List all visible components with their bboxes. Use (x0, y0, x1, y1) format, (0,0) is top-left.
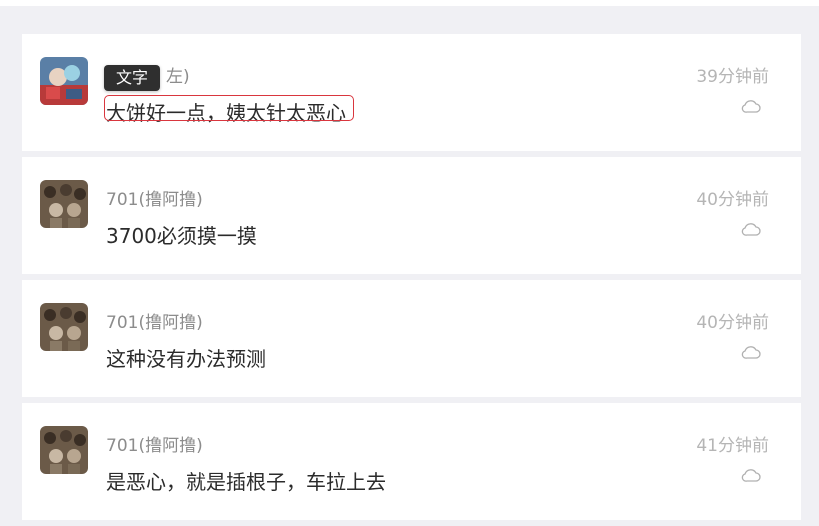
comment-icon[interactable] (741, 221, 761, 237)
comment-icon[interactable] (741, 344, 761, 360)
author-name: 701(撸阿撸) (106, 436, 203, 456)
avatar[interactable] (40, 57, 88, 105)
tooltip: 文字 (104, 65, 161, 91)
comment-icon[interactable] (741, 467, 761, 483)
timestamp: 40分钟前 (696, 313, 769, 333)
author-name: 左) (166, 67, 190, 87)
avatar[interactable] (40, 303, 88, 351)
avatar[interactable] (40, 180, 88, 228)
comment-card[interactable]: 701(撸阿撸) 3700必须摸一摸 40分钟前 (22, 157, 801, 274)
timestamp: 41分钟前 (696, 436, 769, 456)
comment-text: 大饼好一点，姨太针太恶心 (106, 101, 346, 125)
comment-card[interactable]: 701(撸阿撸) 这种没有办法预测 40分钟前 (22, 280, 801, 397)
timestamp: 40分钟前 (696, 190, 769, 210)
comment-text: 3700必须摸一摸 (106, 224, 257, 248)
comment-feed: 左) 大饼好一点，姨太针太恶心 文字 39分钟前 701(撸阿撸) 3700必须… (22, 34, 801, 526)
comment-text: 这种没有办法预测 (106, 347, 266, 371)
comment-text: 是恶心，就是插根子，车拉上去 (106, 470, 386, 494)
author-name: 701(撸阿撸) (106, 190, 203, 210)
timestamp: 39分钟前 (696, 67, 769, 87)
comment-card[interactable]: 左) 大饼好一点，姨太针太恶心 文字 39分钟前 (22, 34, 801, 151)
avatar[interactable] (40, 426, 88, 474)
top-bar (0, 0, 819, 6)
comment-card[interactable]: 701(撸阿撸) 是恶心，就是插根子，车拉上去 41分钟前 (22, 403, 801, 520)
comment-icon[interactable] (741, 98, 761, 114)
author-name: 701(撸阿撸) (106, 313, 203, 333)
